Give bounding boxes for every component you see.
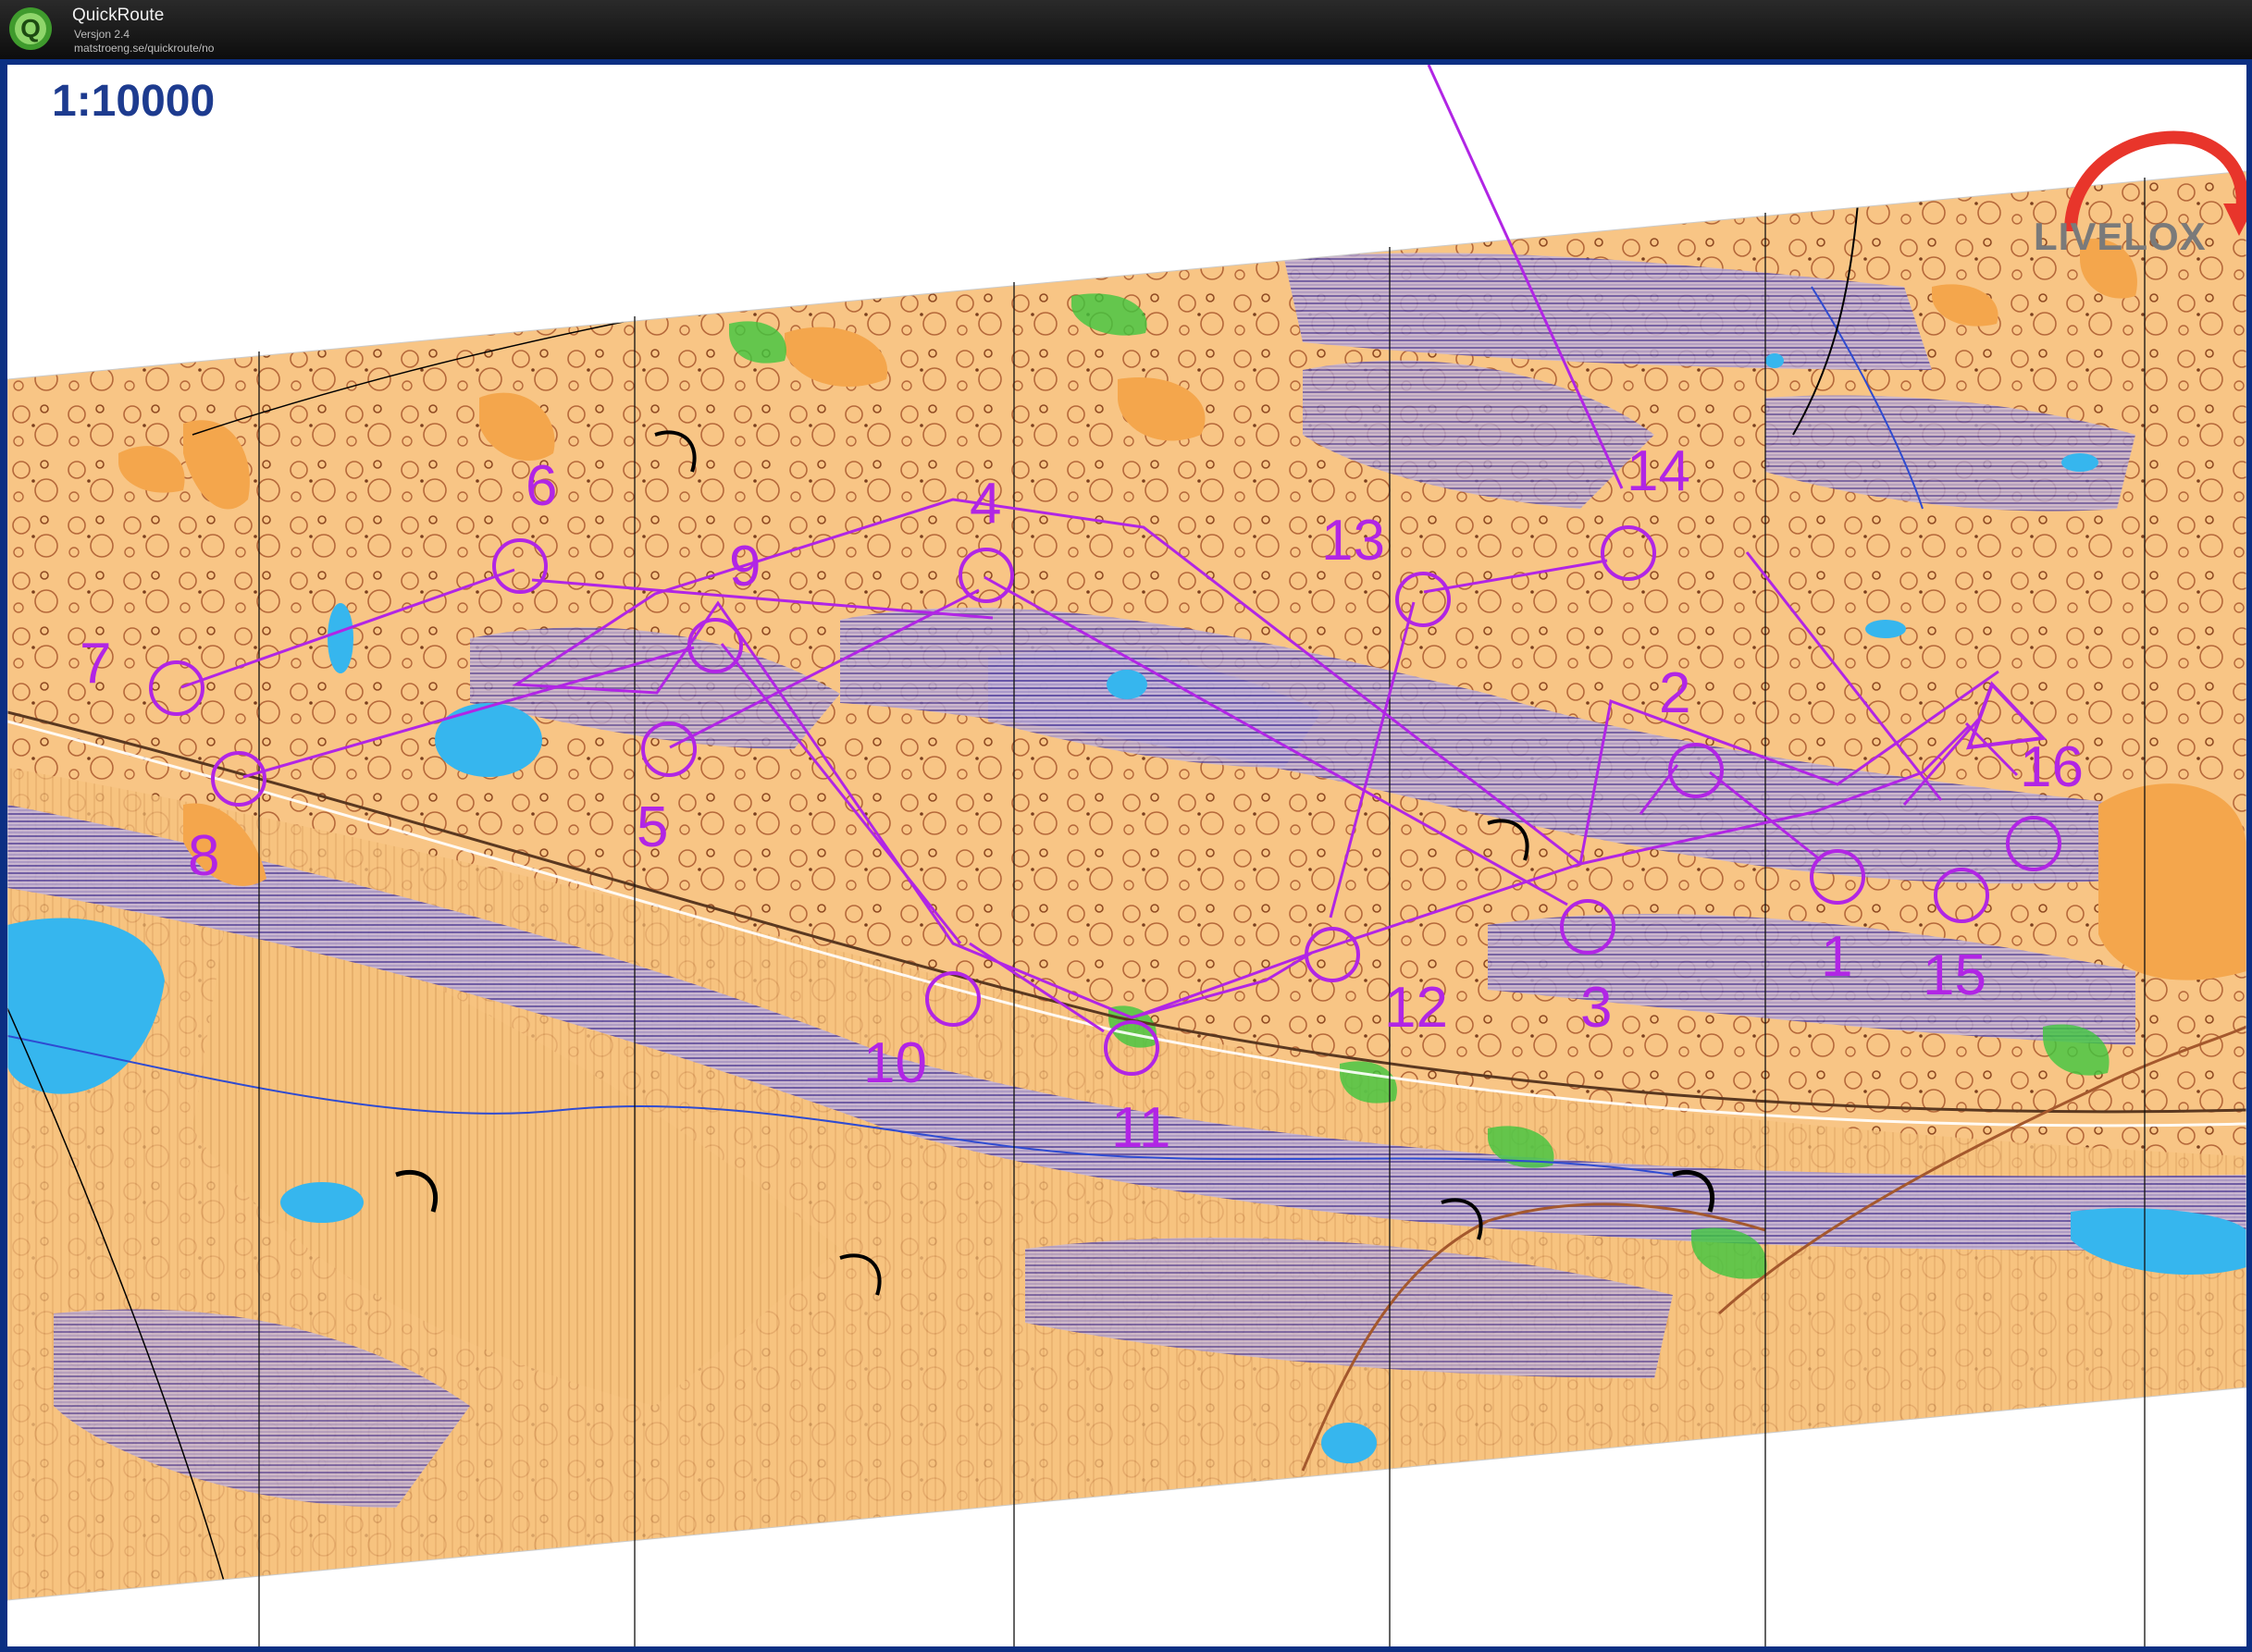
app-name: QuickRoute xyxy=(72,6,165,25)
control-number-7: 7 xyxy=(80,632,111,696)
livelox-brand: LIVELOX xyxy=(2034,215,2207,258)
quickroute-window: Q QuickRoute Versjon 2.4 matstroeng.se/q… xyxy=(0,0,2252,1652)
svg-text:Q: Q xyxy=(20,14,41,43)
quickroute-logo-icon: Q xyxy=(9,7,52,50)
control-number-6: 6 xyxy=(526,454,557,518)
control-number-4: 4 xyxy=(970,472,1001,536)
control-number-9: 9 xyxy=(729,535,761,598)
terrain-layer xyxy=(7,171,2246,1600)
control-number-5: 5 xyxy=(637,795,668,859)
control-number-16: 16 xyxy=(2020,735,2084,799)
control-number-8: 8 xyxy=(188,824,219,888)
control-number-15: 15 xyxy=(1923,943,1986,1007)
control-number-2: 2 xyxy=(1659,661,1690,725)
control-number-1: 1 xyxy=(1821,925,1852,989)
orienteering-map[interactable]: 1 2 3 4 5 6 7 8 9 10 11 12 13 14 15 16 L… xyxy=(7,65,2246,1646)
control-number-14: 14 xyxy=(1627,439,1690,503)
control-number-3: 3 xyxy=(1580,976,1612,1040)
control-number-10: 10 xyxy=(863,1031,927,1095)
map-canvas[interactable]: 1 2 3 4 5 6 7 8 9 10 11 12 13 14 15 16 L… xyxy=(7,65,2246,1646)
app-url: matstroeng.se/quickroute/no xyxy=(74,42,215,55)
app-version: Versjon 2.4 xyxy=(74,28,130,41)
control-number-13: 13 xyxy=(1321,509,1385,573)
map-scale: 1:10000 xyxy=(52,77,216,126)
title-bar: Q QuickRoute Versjon 2.4 matstroeng.se/q… xyxy=(0,0,2252,59)
control-number-11: 11 xyxy=(1111,1096,1170,1160)
control-number-12: 12 xyxy=(1384,976,1448,1040)
